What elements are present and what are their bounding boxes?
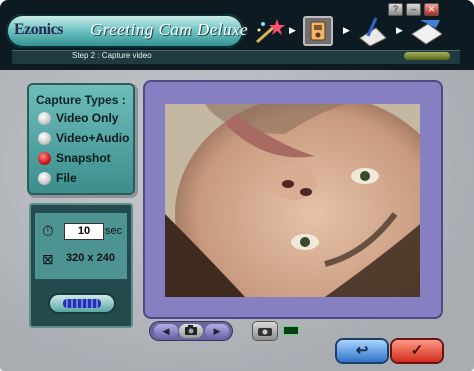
video-preview [165, 104, 420, 297]
minimize-button[interactable]: – [406, 3, 421, 16]
ok-button[interactable]: ✓ [392, 340, 442, 362]
camera-step-icon[interactable] [303, 16, 333, 46]
radio-label-file[interactable]: File [56, 171, 77, 185]
help-button[interactable]: ? [388, 3, 403, 16]
camera-capture-button[interactable] [179, 324, 203, 338]
prev-frame-button[interactable]: ◀ [154, 324, 178, 338]
next-frame-button[interactable]: ▶ [205, 324, 229, 338]
timer-unit-label: sec [105, 225, 123, 237]
radio-snapshot[interactable] [38, 152, 51, 165]
level-indicator-icon [63, 299, 101, 308]
resolution-icon: ⊠ [42, 251, 54, 267]
send-mail-icon[interactable] [410, 16, 443, 46]
status-led [283, 326, 299, 335]
step-arrow-icon: ▶ [396, 25, 403, 35]
camera-snap-icon[interactable] [253, 322, 277, 340]
back-button[interactable]: ↩ [337, 340, 387, 362]
app-title: Greeting Cam Deluxe [90, 20, 249, 39]
step-arrow-icon: ▶ [289, 25, 296, 35]
radio-video-audio[interactable] [38, 132, 51, 145]
stopwatch-icon: ⏱ [42, 223, 54, 240]
radio-file[interactable] [38, 172, 51, 185]
resolution-label: 320 x 240 [66, 252, 115, 264]
close-button[interactable]: ✕ [424, 3, 439, 16]
step-arrow-icon: ▶ [343, 25, 350, 35]
radio-video-only[interactable] [38, 112, 51, 125]
radio-label-snapshot[interactable]: Snapshot [56, 151, 111, 165]
step-progress-indicator [404, 52, 450, 60]
edit-card-icon[interactable] [356, 16, 388, 47]
radio-label-video-only[interactable]: Video Only [56, 111, 118, 125]
app-window: Ezonics Greeting Cam Deluxe ? – ✕ ▶ ▶ ▶ [0, 0, 474, 371]
capture-types-title: Capture Types : [36, 93, 126, 107]
ezonics-logo: Ezonics [14, 21, 63, 38]
step-label: Step 2 : Capture video [72, 51, 152, 60]
wizard-wand-icon[interactable] [253, 16, 285, 46]
radio-label-video-audio[interactable]: Video+Audio [56, 131, 129, 145]
timer-input[interactable]: 10 [64, 223, 104, 240]
